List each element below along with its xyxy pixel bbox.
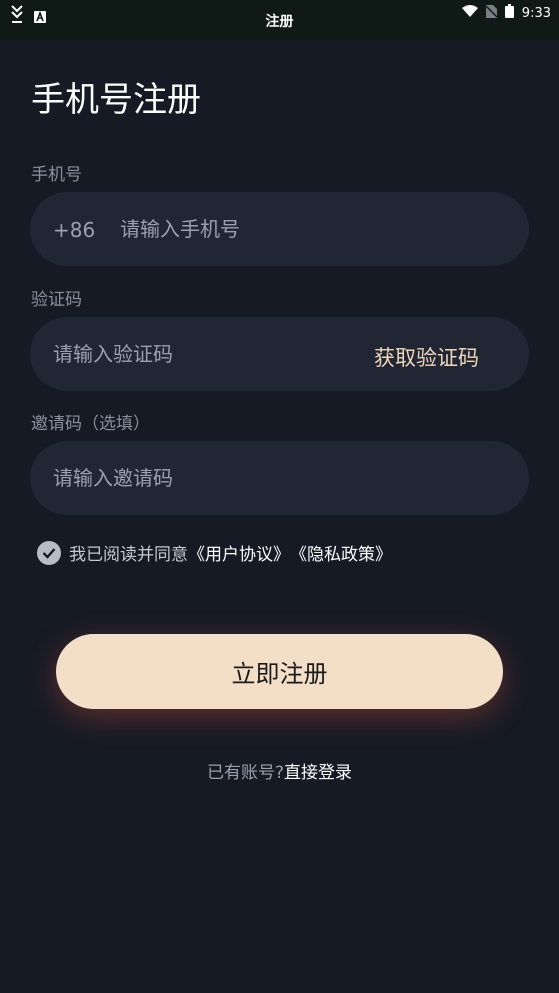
login-row: 已有账号?直接登录	[0, 758, 559, 783]
invite-input[interactable]	[53, 441, 503, 515]
get-code-button[interactable]: 获取验证码	[374, 342, 479, 372]
code-label: 验证码	[31, 290, 82, 310]
privacy-policy-link[interactable]: 《隐私政策》	[290, 540, 392, 565]
register-button[interactable]: 立即注册	[56, 634, 503, 709]
have-account-text: 已有账号?	[206, 763, 285, 783]
battery-icon	[504, 4, 514, 22]
page-title: 手机号注册	[31, 80, 201, 120]
agreement-row: 我已阅读并同意 《用户协议》 《隐私政策》	[37, 540, 392, 565]
status-bar: 注册 9:33	[0, 0, 559, 40]
status-right-icons: 9:33	[461, 4, 551, 22]
phone-input[interactable]	[120, 192, 500, 266]
code-input[interactable]	[53, 317, 343, 391]
wifi-icon	[461, 4, 478, 22]
login-link[interactable]: 直接登录	[284, 763, 352, 783]
phone-field: +86	[30, 192, 529, 266]
country-code-prefix[interactable]: +86	[53, 218, 95, 242]
phone-label: 手机号	[31, 165, 82, 185]
invite-field	[30, 441, 529, 515]
status-time: 9:33	[521, 5, 551, 21]
no-sim-icon	[485, 4, 498, 22]
checkmark-icon	[42, 547, 56, 559]
agreement-checkbox[interactable]	[37, 540, 61, 565]
agreement-text: 我已阅读并同意	[69, 545, 188, 565]
user-agreement-link[interactable]: 《用户协议》	[188, 540, 290, 565]
code-field: 获取验证码	[30, 317, 529, 391]
invite-label: 邀请码（选填）	[31, 414, 150, 434]
